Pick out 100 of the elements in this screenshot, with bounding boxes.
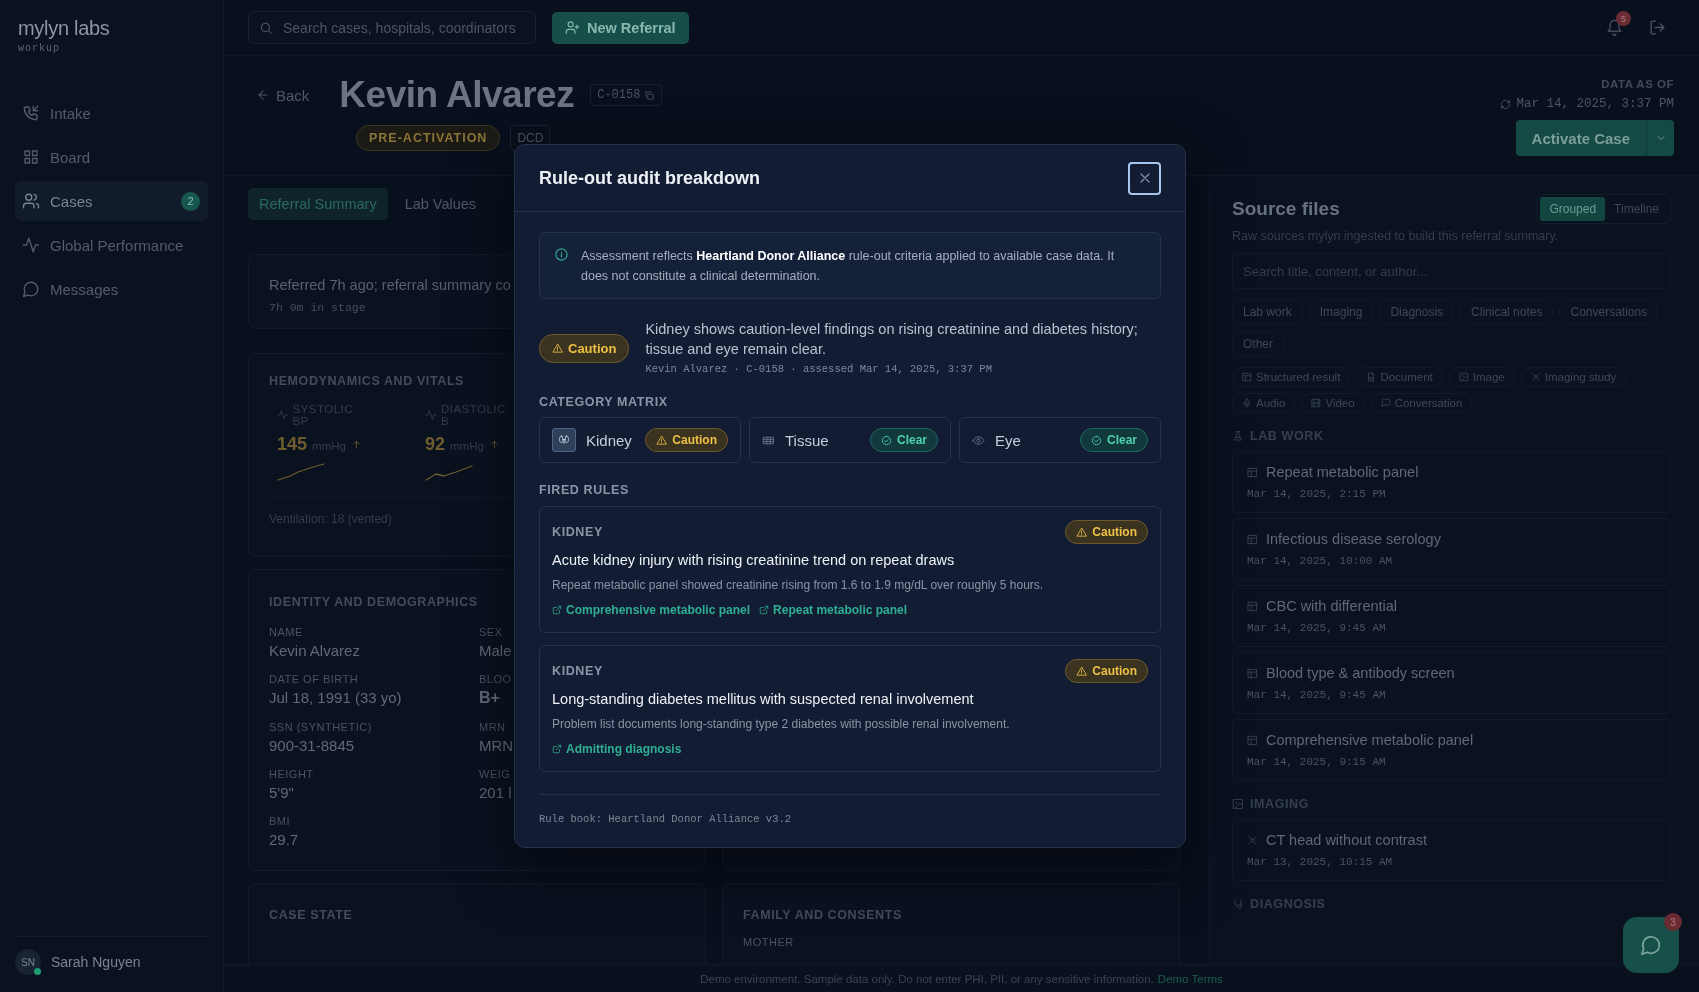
field-label: NAME xyxy=(269,626,303,638)
source-file-item[interactable]: CBC with differential Mar 14, 2025, 9:45 AM xyxy=(1232,585,1671,647)
nav-icon xyxy=(22,236,40,254)
file-icon xyxy=(1247,667,1258,679)
section-title: CATEGORY MATRIX xyxy=(539,395,669,409)
sparkline xyxy=(425,463,473,481)
status-badge: Caution xyxy=(1065,520,1148,544)
source-file-item[interactable]: Comprehensive metabolic panel Mar 14, 2025, 9:15 AM xyxy=(1232,719,1671,781)
close-button[interactable] xyxy=(1128,161,1161,195)
data-as-of-time: Mar 14, 2025, 3:37 PM xyxy=(1516,97,1674,111)
vital-value: 92 xyxy=(425,434,446,455)
category-name: Eye xyxy=(995,431,1022,449)
rule-title: Acute kidney injury with rising creatinine trend on repeat draws xyxy=(552,552,956,568)
activate-case-button[interactable]: Activate Case xyxy=(1515,120,1647,156)
rule-category: KIDNEY xyxy=(552,525,603,539)
file-type-icon xyxy=(1242,372,1252,382)
back-link[interactable]: Back xyxy=(256,86,310,104)
file-icon xyxy=(1247,834,1258,846)
nav-item[interactable]: Global Performance xyxy=(15,225,208,265)
refresh-icon[interactable] xyxy=(1500,98,1512,110)
vital-value: 145 xyxy=(277,434,308,455)
nav-item[interactable]: Messages xyxy=(15,269,208,309)
rule-category: KIDNEY xyxy=(552,664,603,678)
field-value: Kevin Alvarez xyxy=(269,642,360,659)
status-badge: Caution xyxy=(1065,659,1148,683)
info-icon xyxy=(554,247,569,262)
nav-icon xyxy=(22,192,40,210)
nav-item[interactable]: Cases 2 xyxy=(15,181,208,221)
source-file-item[interactable]: Repeat metabolic panel Mar 14, 2025, 2:15 PM xyxy=(1232,451,1671,513)
field-value: 29.7 xyxy=(269,831,299,848)
evidence-link[interactable]: Admitting diagnosis xyxy=(552,742,682,756)
nav-icon xyxy=(22,104,40,122)
sparkline xyxy=(277,463,325,481)
case-id-chip[interactable]: C-0158 xyxy=(590,84,663,106)
category-name: Kidney xyxy=(586,431,633,449)
file-date: Mar 14, 2025, 2:15 PM xyxy=(1247,488,1387,500)
section-title: FAMILY AND CONSENTS xyxy=(743,908,902,922)
field-value: MRN xyxy=(479,737,514,754)
field-label: BLOO xyxy=(479,673,512,685)
evidence-link[interactable]: Comprehensive metabolic panel xyxy=(552,603,751,617)
status-badge: Clear xyxy=(869,428,938,452)
notification-bell-icon[interactable] xyxy=(1606,19,1623,36)
demo-terms-link[interactable]: Demo Terms xyxy=(1157,972,1223,985)
group-icon xyxy=(1232,798,1244,810)
verdict-text: Kidney shows caution-level findings on rising creatinine and diabetes history; tissue and eye remain clear. xyxy=(645,320,1139,359)
field-label: MRN xyxy=(479,721,506,733)
field-label: SEX xyxy=(479,626,503,638)
field-value: 5'9" xyxy=(269,784,294,801)
user-avatar: SN xyxy=(15,949,41,975)
status-badge: Caution xyxy=(539,334,630,363)
evidence-link[interactable]: Repeat metabolic panel xyxy=(759,603,908,617)
tab[interactable]: Lab Values xyxy=(393,188,488,220)
logo-subtitle: workup xyxy=(18,43,61,54)
file-date: Mar 14, 2025, 9:15 AM xyxy=(1247,756,1387,768)
file-icon xyxy=(1247,466,1258,478)
notification-badge: 5 xyxy=(1616,11,1631,26)
status-icon xyxy=(656,434,668,446)
logo: mylyn labs xyxy=(18,17,111,40)
category-name: Tissue xyxy=(785,431,830,449)
logout-icon[interactable] xyxy=(1649,19,1666,36)
status-icon xyxy=(1076,526,1088,538)
nav-item[interactable]: Board xyxy=(15,137,208,177)
section-title: FIRED RULES xyxy=(539,483,630,497)
new-referral-button[interactable]: New Referral xyxy=(552,11,689,44)
view-option[interactable]: Grouped xyxy=(1540,197,1606,221)
status-icon xyxy=(880,434,892,446)
rule-title: Long-standing diabetes mellitus with suspected renal involvement xyxy=(552,691,975,707)
file-title: Repeat metabolic panel xyxy=(1266,464,1419,480)
file-title: Infectious disease serology xyxy=(1266,531,1441,547)
arrow-left-icon xyxy=(256,88,270,102)
external-link-icon xyxy=(552,605,562,615)
field-label: BMI xyxy=(269,815,291,827)
field-value: Male xyxy=(479,642,512,659)
panel-title: Source files xyxy=(1232,198,1340,220)
add-user-icon xyxy=(565,20,580,35)
data-as-of-label: DATA AS OF xyxy=(1601,78,1674,90)
nav-item[interactable]: Intake xyxy=(15,93,208,133)
file-title: CBC with differential xyxy=(1266,598,1398,614)
field-label: WEIG xyxy=(479,768,511,780)
file-type-icon xyxy=(1530,372,1541,382)
chat-button[interactable] xyxy=(1623,917,1679,973)
search-field[interactable]: Search cases, hospitals, coordinators xyxy=(248,11,536,44)
file-type-icon xyxy=(1458,372,1469,382)
source-file-item[interactable]: Blood type & antibody screen Mar 14, 2025, 9:45 AM xyxy=(1232,652,1671,714)
file-type-icon xyxy=(1380,398,1391,408)
summary-text: Referred 7h ago; referral summary co xyxy=(269,277,511,293)
file-date: Mar 14, 2025, 9:45 AM xyxy=(1247,622,1387,634)
source-file-item[interactable]: Infectious disease serology Mar 14, 2025, 10:00 AM xyxy=(1232,518,1671,580)
file-type-icon xyxy=(1366,372,1377,382)
status-icon xyxy=(1090,434,1102,446)
source-file-item[interactable]: CT head without contrast Mar 13, 2025, 10:15 AM xyxy=(1232,819,1671,881)
file-icon xyxy=(1247,734,1258,746)
user-name: Sarah Nguyen xyxy=(51,954,141,970)
field-label: DATE OF BIRTH xyxy=(269,673,359,685)
tab[interactable]: Referral Summary xyxy=(248,188,388,220)
field-label: HEIGHT xyxy=(269,768,314,780)
file-title: Blood type & antibody screen xyxy=(1266,665,1455,681)
file-title: Comprehensive metabolic panel xyxy=(1266,732,1474,748)
file-type-icon xyxy=(1242,398,1252,408)
search-icon xyxy=(259,20,273,35)
